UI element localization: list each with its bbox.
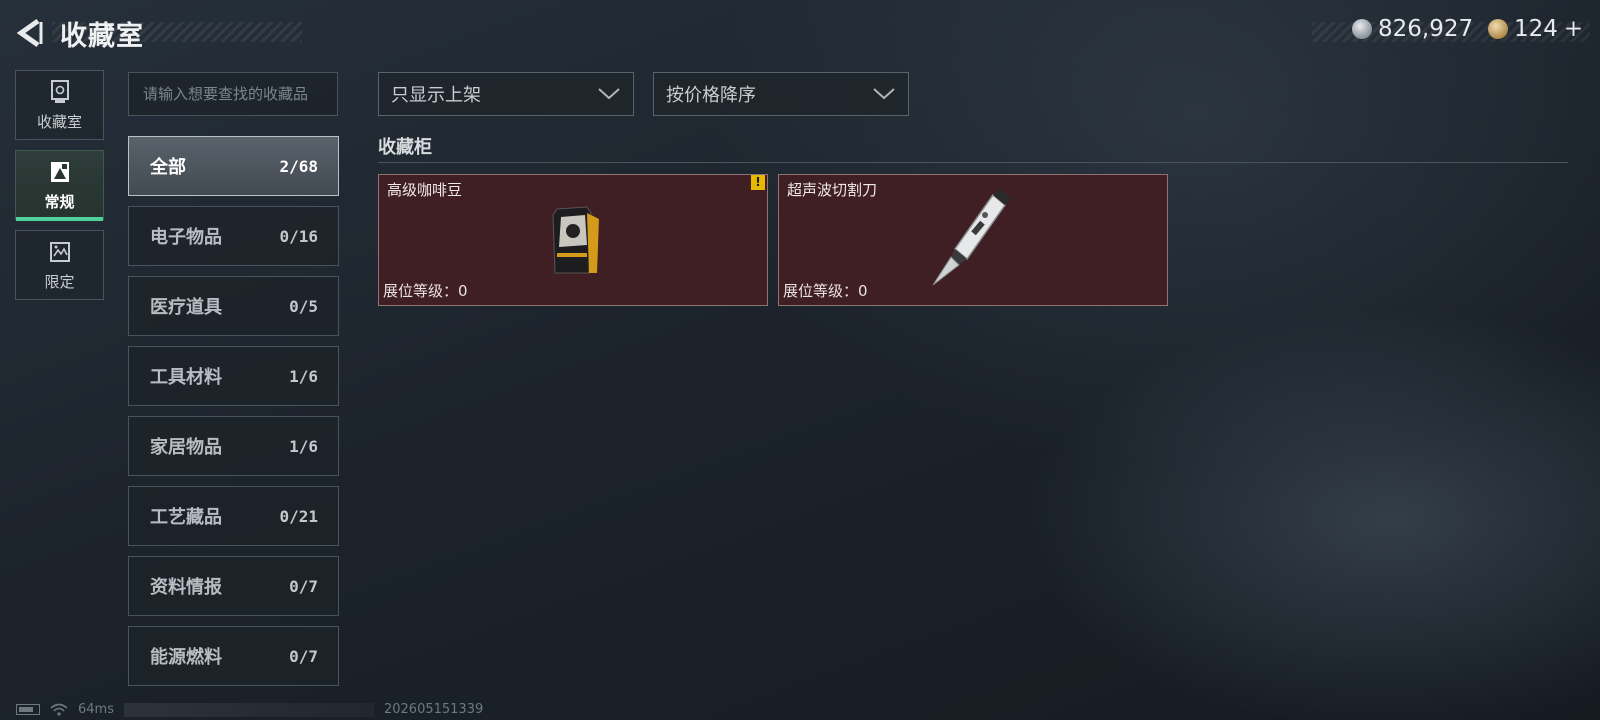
item-card[interactable]: 高级咖啡豆 ! 展位等级：0 bbox=[378, 174, 768, 306]
category-household[interactable]: 家居物品 1/6 bbox=[128, 416, 339, 476]
section-title: 收藏柜 bbox=[378, 137, 432, 158]
category-energy[interactable]: 能源燃料 0/7 bbox=[128, 626, 339, 686]
chevron-down-icon bbox=[598, 88, 620, 100]
silver-amount: 826,927 bbox=[1378, 16, 1474, 42]
limited-frame-icon bbox=[49, 241, 70, 262]
coffee-bag-icon bbox=[552, 206, 599, 274]
category-crafts[interactable]: 工艺藏品 0/21 bbox=[128, 486, 339, 546]
search-input[interactable] bbox=[129, 73, 337, 115]
nav-label: 常规 bbox=[44, 192, 75, 211]
item-name: 高级咖啡豆 bbox=[387, 181, 463, 199]
category-count: 0/5 bbox=[289, 296, 318, 316]
nav-item-limited[interactable]: 限定 bbox=[15, 230, 104, 300]
nav-label: 限定 bbox=[44, 272, 75, 291]
silver-coin-icon bbox=[1352, 19, 1372, 39]
gold-currency[interactable]: 124 + bbox=[1488, 16, 1583, 42]
category-label: 全部 bbox=[150, 157, 186, 178]
nav-label: 收藏室 bbox=[36, 112, 82, 131]
category-electronics[interactable]: 电子物品 0/16 bbox=[128, 206, 339, 266]
page-title: 收藏室 bbox=[60, 21, 144, 52]
nav-item-collection-room[interactable]: 收藏室 bbox=[15, 70, 104, 140]
category-count: 1/6 bbox=[289, 366, 318, 386]
category-label: 能源燃料 bbox=[150, 647, 222, 668]
build-text: 202605151339 bbox=[383, 702, 484, 717]
footer-bar bbox=[123, 702, 374, 717]
item-card[interactable]: 超声波切割刀 展位等级：0 bbox=[778, 174, 1168, 306]
search-field[interactable] bbox=[128, 72, 338, 116]
category-medical[interactable]: 医疗道具 0/5 bbox=[128, 276, 339, 336]
chevron-down-icon bbox=[873, 88, 895, 100]
ping-text: 64ms bbox=[78, 702, 114, 717]
gold-amount: 124 bbox=[1514, 16, 1558, 42]
image-frame-icon bbox=[50, 161, 69, 182]
category-label: 工具材料 bbox=[150, 367, 222, 388]
status-bar: 64ms 202605151339 bbox=[16, 702, 483, 717]
category-label: 电子物品 bbox=[150, 227, 222, 248]
add-currency-button[interactable]: + bbox=[1564, 16, 1583, 42]
display-filter-dropdown[interactable]: 只显示上架 bbox=[378, 72, 634, 116]
category-count: 0/7 bbox=[289, 646, 318, 666]
category-label: 医疗道具 bbox=[150, 297, 222, 318]
nav-item-regular[interactable]: 常规 bbox=[15, 150, 104, 221]
category-all[interactable]: 全部 2/68 bbox=[128, 136, 339, 196]
category-label: 资料情报 bbox=[150, 577, 222, 598]
back-button[interactable] bbox=[14, 16, 48, 50]
dropdown-label: 只显示上架 bbox=[391, 85, 481, 106]
item-level: 展位等级：0 bbox=[383, 282, 468, 300]
category-count: 0/16 bbox=[279, 226, 318, 246]
item-level: 展位等级：0 bbox=[783, 282, 868, 300]
category-count: 0/7 bbox=[289, 576, 318, 596]
silver-currency: 826,927 bbox=[1352, 16, 1473, 42]
sort-dropdown[interactable]: 按价格降序 bbox=[653, 72, 909, 116]
wifi-icon bbox=[50, 703, 68, 716]
category-tools[interactable]: 工具材料 1/6 bbox=[128, 346, 339, 406]
gold-coin-icon bbox=[1488, 19, 1508, 39]
category-count: 2/68 bbox=[279, 156, 318, 176]
category-count: 0/21 bbox=[279, 506, 318, 526]
category-intel[interactable]: 资料情报 0/7 bbox=[128, 556, 339, 616]
ultrasonic-knife-icon bbox=[932, 189, 1011, 286]
section-divider bbox=[378, 162, 1568, 163]
category-label: 家居物品 bbox=[150, 437, 222, 458]
item-name: 超声波切割刀 bbox=[787, 181, 878, 199]
category-label: 工艺藏品 bbox=[150, 507, 222, 528]
alert-badge: ! bbox=[751, 175, 765, 190]
dropdown-label: 按价格降序 bbox=[666, 85, 756, 106]
battery-icon bbox=[16, 704, 40, 715]
category-count: 1/6 bbox=[289, 436, 318, 456]
back-arrow-icon bbox=[16, 18, 43, 48]
trophy-icon bbox=[50, 79, 69, 103]
